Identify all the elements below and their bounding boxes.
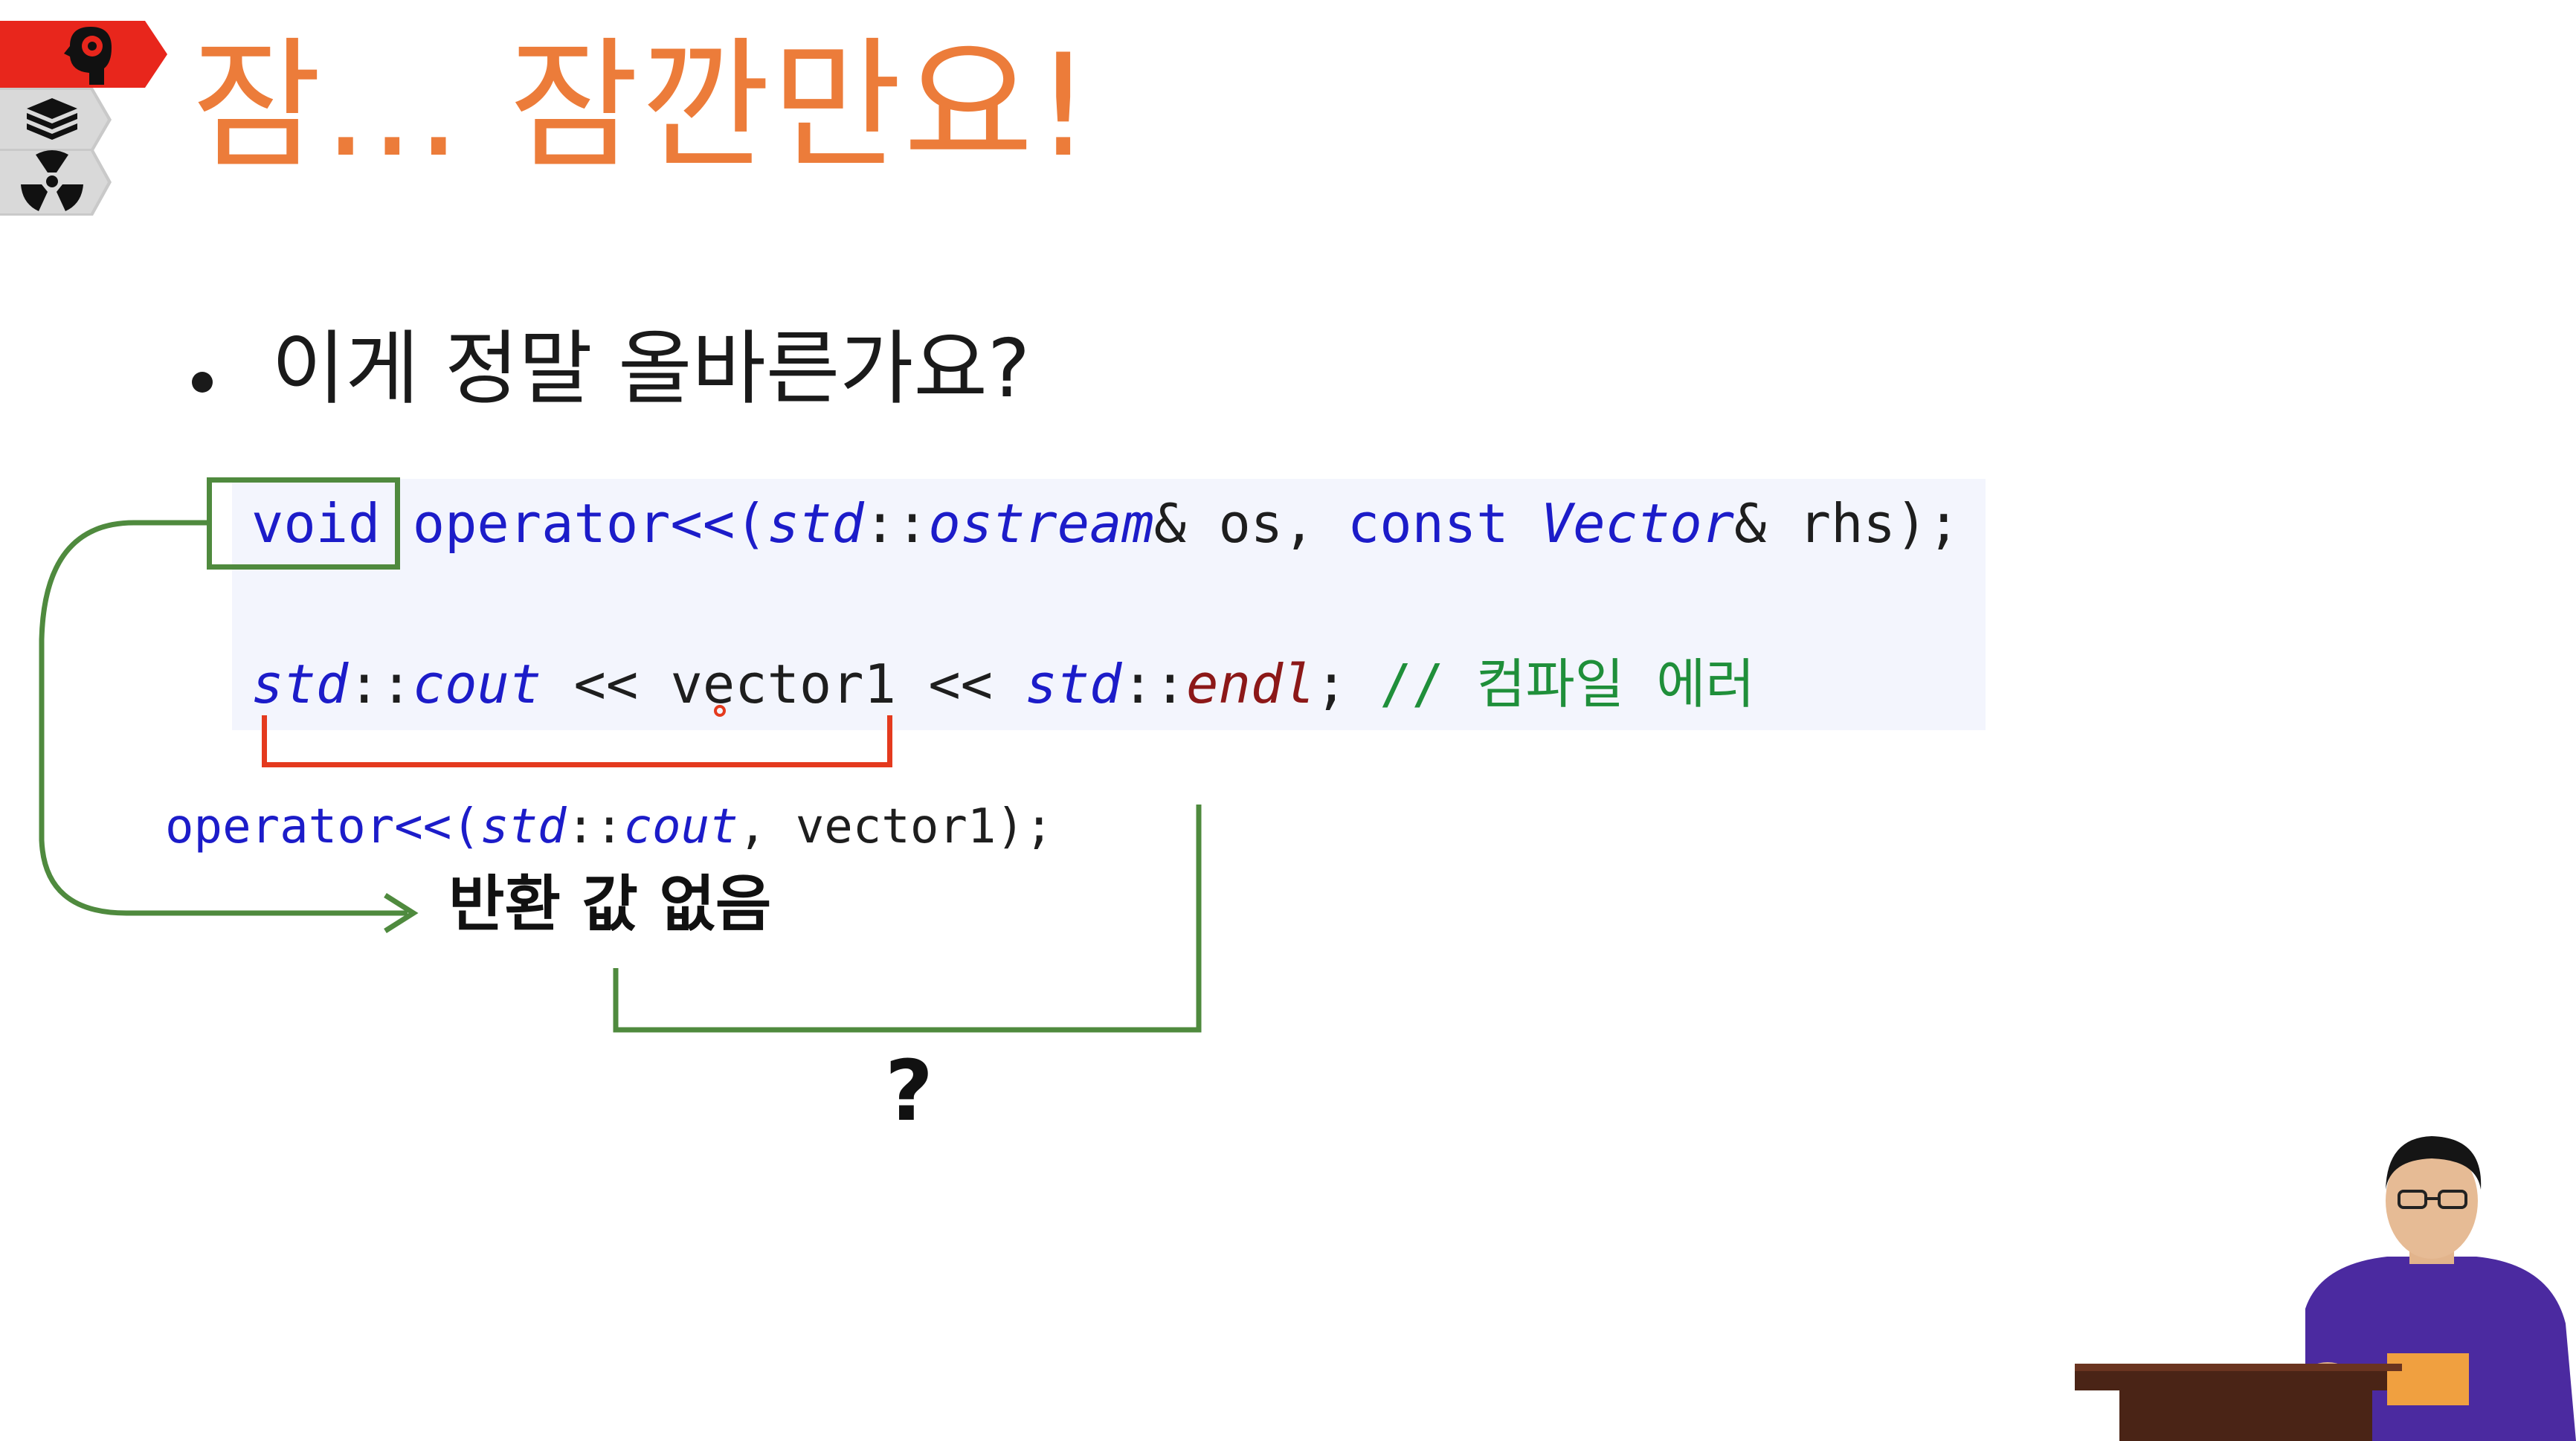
green-arrow-line	[39, 520, 408, 916]
presenter-figure	[2075, 1136, 2576, 1441]
no-return-label: 반환 값 없음	[448, 869, 772, 940]
question-mark: ?	[885, 1043, 933, 1140]
